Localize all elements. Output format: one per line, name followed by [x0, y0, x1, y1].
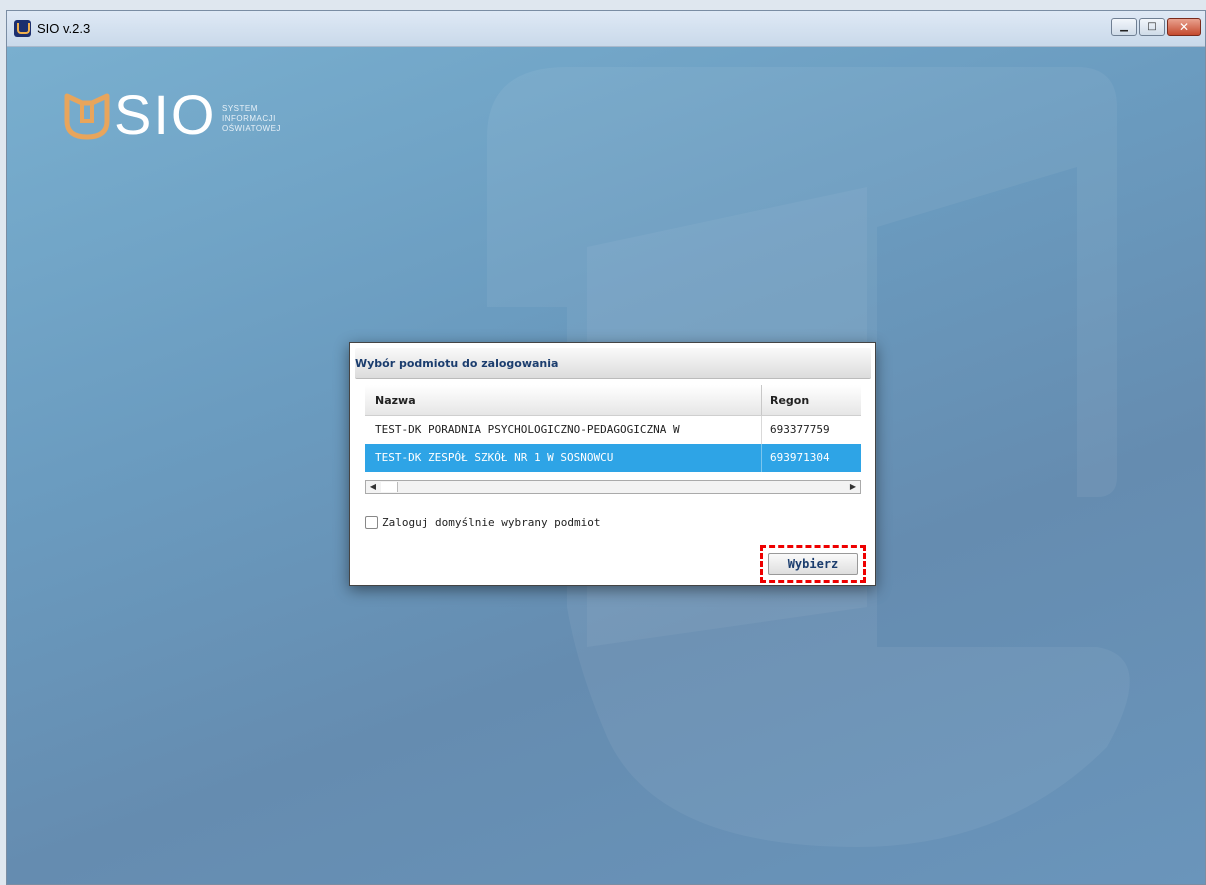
cell-regon: 693971304	[770, 451, 830, 464]
dialog-header: Wybór podmiotu do zalogowania	[355, 348, 871, 379]
minimize-button[interactable]: ▁	[1111, 18, 1137, 36]
logo-subtitle-line: SYSTEM	[222, 104, 258, 113]
scrollbar-thumb[interactable]	[381, 482, 398, 492]
default-login-label[interactable]: Zaloguj domyślnie wybrany podmiot	[382, 516, 601, 529]
entity-selection-dialog: Wybór podmiotu do zalogowania Nazwa Rego…	[349, 342, 876, 586]
horizontal-scrollbar[interactable]: ◀ ▶	[365, 480, 861, 494]
dialog-title: Wybór podmiotu do zalogowania	[355, 357, 559, 370]
entity-table: Nazwa Regon TEST-DK PORADNIA PSYCHOLOGIC…	[365, 385, 861, 472]
table-row-selected[interactable]: TEST-DK ZESPÓŁ SZKÓŁ NR 1 W SOSNOWCU 693…	[365, 444, 861, 472]
logo-subtitle-line: INFORMACJI	[222, 114, 276, 123]
default-login-checkbox[interactable]	[365, 516, 378, 529]
app-window: SIO v.2.3 ▁ □ ✕ SIO SYSTEM INFORMACJI OŚ…	[6, 10, 1206, 885]
column-header-regon[interactable]: Regon	[770, 394, 809, 407]
window-controls: ▁ □ ✕	[1111, 18, 1201, 36]
cell-regon: 693377759	[770, 423, 830, 436]
scroll-right-icon[interactable]: ▶	[846, 481, 860, 493]
logo-text: SIO	[114, 83, 217, 146]
close-icon: ✕	[1178, 20, 1190, 34]
cell-nazwa: TEST-DK ZESPÓŁ SZKÓŁ NR 1 W SOSNOWCU	[375, 451, 614, 464]
minimize-icon: ▁	[1120, 21, 1128, 32]
table-row[interactable]: TEST-DK PORADNIA PSYCHOLOGICZNO-PEDAGOGI…	[365, 416, 861, 444]
cell-nazwa: TEST-DK PORADNIA PSYCHOLOGICZNO-PEDAGOGI…	[375, 423, 680, 436]
table-header: Nazwa Regon	[365, 385, 861, 416]
highlight-box: Wybierz	[760, 545, 866, 583]
column-divider	[761, 416, 762, 444]
column-divider[interactable]	[761, 385, 762, 415]
title-bar[interactable]: SIO v.2.3 ▁ □ ✕	[7, 11, 1205, 47]
logo-subtitle-line: OŚWIATOWEJ	[222, 124, 281, 133]
close-button[interactable]: ✕	[1167, 18, 1201, 36]
wybierz-button[interactable]: Wybierz	[768, 553, 858, 575]
maximize-icon: □	[1147, 21, 1157, 32]
default-login-option[interactable]: Zaloguj domyślnie wybrany podmiot	[365, 516, 601, 529]
main-area: SIO SYSTEM INFORMACJI OŚWIATOWEJ Wybór p…	[7, 47, 1205, 884]
column-divider	[761, 444, 762, 472]
scroll-left-icon[interactable]: ◀	[366, 481, 380, 493]
sio-app-icon	[14, 20, 31, 37]
column-header-nazwa[interactable]: Nazwa	[375, 394, 416, 407]
logo-subtitle: SYSTEM INFORMACJI OŚWIATOWEJ	[222, 104, 281, 134]
maximize-button[interactable]: □	[1139, 18, 1165, 36]
window-title: SIO v.2.3	[37, 21, 91, 36]
sio-logo-mark	[64, 93, 110, 140]
